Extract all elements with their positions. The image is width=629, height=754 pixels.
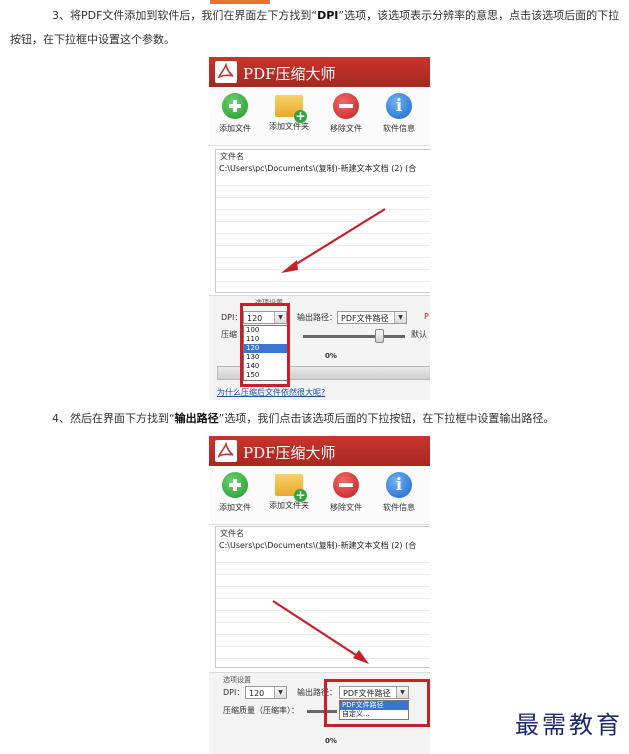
pointer-arrow xyxy=(272,600,369,664)
pointer-arrow xyxy=(281,208,386,273)
app-screenshot-dpi: PDF压缩大师 添加文件 添加文件夹 移除文件 i 软件信息 文件名 C:\Us… xyxy=(209,57,430,400)
step-4-paragraph: 4、然后在界面下方找到“输出路径”选项，我们点击该选项后面的下拉按钮，在下拉框中… xyxy=(10,407,622,431)
step-3-prefix: 3、将PDF文件添加到软件后，我们在界面左下方找到“ xyxy=(51,9,318,22)
app-screenshot-output-path: PDF压缩大师 添加文件 添加文件夹 移除文件 i 软件信息 文件名 C:\Us… xyxy=(209,436,430,754)
step-4-keyword: 输出路径 xyxy=(174,412,219,425)
step-4-suffix: ”选项，我们点击该选项后面的下拉按钮，在下拉框中设置输出路径。 xyxy=(218,412,555,425)
step-3-paragraph: 3、将PDF文件添加到软件后，我们在界面左下方找到“DPI”选项，该选项表示分辨… xyxy=(10,4,622,52)
step-4-prefix: 4、然后在界面下方找到“ xyxy=(51,412,175,425)
step-3-keyword: DPI xyxy=(317,9,339,22)
brand-watermark: 最需教育 xyxy=(515,711,623,739)
